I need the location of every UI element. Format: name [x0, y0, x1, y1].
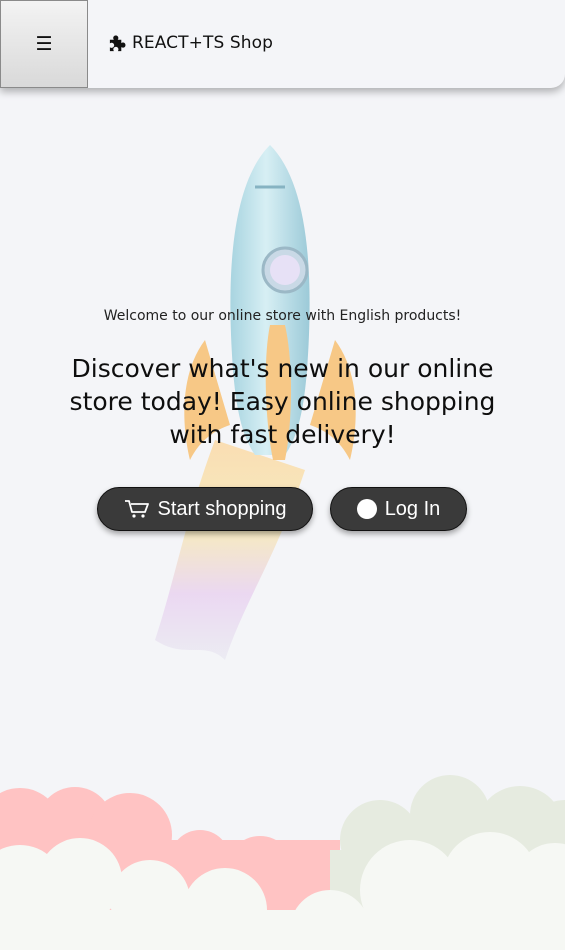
start-shopping-button[interactable]: Start shopping	[97, 487, 313, 531]
login-label: Log In	[384, 497, 441, 520]
hero-section: Welcome to our online store with English…	[0, 300, 565, 451]
hero-headline: Discover what's new in our online store …	[69, 354, 496, 449]
top-header: ☰ REACT+TS Shop	[0, 0, 565, 88]
clouds-decoration	[0, 775, 565, 950]
brand-title: REACT+TS Shop	[132, 33, 274, 53]
brand-link[interactable]: REACT+TS Shop	[108, 30, 273, 56]
user-icon	[356, 499, 377, 519]
start-shopping-label: Start shopping	[157, 497, 287, 520]
puzzle-icon	[109, 35, 126, 51]
hamburger-icon: ☰	[35, 33, 53, 55]
hamburger-menu-button[interactable]: ☰	[0, 0, 88, 88]
welcome-text: Welcome to our online store with English…	[103, 308, 462, 324]
login-button[interactable]: Log In	[330, 487, 467, 531]
cart-icon	[124, 500, 149, 518]
